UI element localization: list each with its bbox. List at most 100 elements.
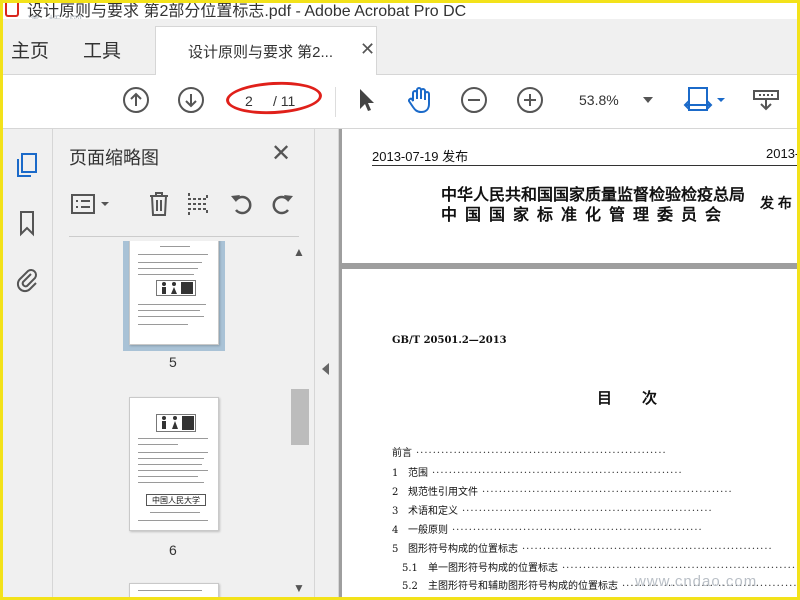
- panel-collapse-handle[interactable]: [315, 129, 339, 597]
- acrobat-window: 设计原则与要求 第2部分位置标志.pdf - Adobe Acrobat Pro…: [3, 3, 797, 597]
- thumbnail-list: 5 中国人民大学 6: [53, 241, 289, 597]
- standard-number: GB/T 20501.2—2013: [392, 335, 507, 346]
- thumbnail-sign-text: 中国人民大学: [146, 494, 206, 506]
- toc-leader-dots: ········································…: [452, 525, 703, 536]
- publish-date: 2013-07-19 发布: [372, 149, 469, 164]
- toc-entry[interactable]: 4 一般原则 ···································…: [392, 521, 703, 536]
- page-fit-button[interactable]: [683, 85, 727, 115]
- split-pages-button[interactable]: [183, 189, 213, 219]
- zoom-level-select[interactable]: 53.8%: [579, 92, 619, 108]
- implement-date: 2013-: [766, 146, 797, 161]
- toc-entry[interactable]: 6文字构成的位置标志······························…: [392, 596, 753, 597]
- bookmarks-button[interactable]: [13, 209, 41, 237]
- toolbar: 2 / 11 53.8%: [3, 75, 797, 129]
- delete-pages-button[interactable]: [144, 189, 174, 219]
- rotate-counterclockwise-button[interactable]: [227, 189, 257, 219]
- toc-entry-number: 5.1: [402, 563, 418, 574]
- publish-label: 发 布: [760, 195, 792, 211]
- scroll-down-icon[interactable]: ▼: [293, 581, 305, 595]
- split-page-icon: [188, 193, 208, 215]
- previous-page-button[interactable]: [121, 85, 151, 115]
- panel-toolbar: [69, 189, 301, 225]
- fit-page-icon: [683, 87, 725, 111]
- panel-divider: [69, 236, 299, 237]
- scroll-mode-button[interactable]: [751, 85, 781, 115]
- acrobat-app-icon: [5, 3, 19, 17]
- navigation-rail: [3, 129, 53, 597]
- options-list-icon: [71, 194, 109, 214]
- zoom-dropdown-caret-icon[interactable]: [643, 97, 653, 103]
- toc-entry-text: 范围: [408, 468, 428, 479]
- rotate-clockwise-button[interactable]: [267, 189, 297, 219]
- toc-leader-dots: ········································…: [462, 506, 713, 517]
- bookmark-icon: [20, 211, 34, 237]
- arrow-up-circle-icon: [123, 87, 149, 113]
- close-tab-icon[interactable]: ✕: [360, 39, 375, 60]
- cursor-arrow-icon: [360, 89, 374, 111]
- window-title: 设计原则与要求 第2部分位置标志.pdf - Adobe Acrobat Pro…: [27, 3, 467, 19]
- toc-entry-number: 5: [392, 544, 399, 555]
- collapse-arrow-icon[interactable]: [322, 363, 329, 375]
- options-menu-button[interactable]: [69, 189, 113, 219]
- toc-leader-dots: ········································…: [416, 448, 667, 459]
- toc-entry[interactable]: 2 规范性引用文件 ································…: [392, 483, 733, 498]
- scrollbar-thumb[interactable]: [291, 389, 309, 445]
- pages-icon: [17, 153, 37, 177]
- close-panel-icon[interactable]: ✕: [271, 139, 291, 168]
- select-tool-button[interactable]: [351, 85, 381, 115]
- rotate-right-icon: [272, 195, 293, 215]
- header-rule: [372, 165, 797, 166]
- tab-tools[interactable]: 工具: [83, 36, 121, 63]
- title-bar: 设计原则与要求 第2部分位置标志.pdf - Adobe Acrobat Pro…: [3, 3, 797, 19]
- toc-leader-dots: ········································…: [522, 544, 773, 555]
- tab-bar: 主页 工具 设计原则与要求 第2... ✕: [3, 19, 797, 75]
- hand-icon: [408, 87, 430, 114]
- toc-entry-number: 3: [392, 506, 399, 517]
- toolbar-divider: [335, 87, 336, 117]
- panel-title: 页面缩略图: [69, 148, 159, 168]
- toc-entry[interactable]: 3 术语和定义 ··································…: [392, 502, 713, 517]
- hand-tool-button[interactable]: [405, 85, 435, 115]
- tab-home[interactable]: 主页: [11, 36, 49, 63]
- attachments-button[interactable]: [13, 265, 41, 293]
- scroll-up-icon[interactable]: ▲: [293, 245, 305, 259]
- pdf-page-2: GB/T 20501.2—2013 目次 前言 ·················…: [342, 269, 797, 597]
- toc-title: 目次: [597, 390, 688, 407]
- toc-entry-text: 单一图形符号构成的位置标志: [428, 563, 558, 574]
- thumbnail-page-5[interactable]: [129, 241, 219, 345]
- toc-entry-text: 规范性引用文件: [408, 487, 478, 498]
- toc-entry-text: 主图形符号和辅助图形符号构成的位置标志: [428, 581, 618, 592]
- watermark-bottom: www.cndao.com: [635, 573, 758, 590]
- toc-entry[interactable]: 5 图形符号构成的位置标志 ····························…: [392, 540, 773, 555]
- paperclip-icon: [16, 269, 37, 293]
- thumbnail-page-6[interactable]: 中国人民大学: [129, 397, 219, 531]
- thumbnails-panel: 页面缩略图 ✕ 5 中国人民大学 6 ▲ ▼: [53, 129, 315, 597]
- issuing-org-2: 中国国家标准化管理委员会: [441, 205, 730, 224]
- tab-document[interactable]: 设计原则与要求 第2... ✕: [155, 26, 377, 75]
- page-thumbnails-button[interactable]: [13, 151, 41, 179]
- arrow-down-circle-icon: [178, 87, 204, 113]
- toc-entry-number: 1: [392, 468, 399, 479]
- thumbnail-page-7[interactable]: [129, 583, 219, 597]
- zoom-out-button[interactable]: [459, 85, 489, 115]
- document-view[interactable]: 2013-07-19 发布 2013- 中华人民共和国国家质量监督检验检疫总局 …: [339, 129, 797, 597]
- zoom-in-icon: [517, 87, 543, 113]
- thumbnail-page-number: 5: [169, 354, 177, 370]
- thumbnail-scrollbar[interactable]: ▲ ▼: [289, 241, 309, 597]
- wc-sign-icon: [156, 280, 196, 296]
- toc-entry[interactable]: 前言 ······································…: [392, 444, 667, 459]
- rotate-left-icon: [231, 195, 252, 215]
- toc-entry-text: 一般原则: [408, 525, 448, 536]
- pdf-page-1: 2013-07-19 发布 2013- 中华人民共和国国家质量监督检验检疫总局 …: [342, 129, 797, 263]
- toc-entry-number: 2: [392, 487, 399, 498]
- zoom-in-button[interactable]: [515, 85, 545, 115]
- tab-document-label: 设计原则与要求 第2...: [188, 44, 334, 61]
- toc-entry-text: 术语和定义: [408, 506, 458, 517]
- scroll-mode-icon: [753, 90, 779, 111]
- trash-icon: [150, 192, 168, 216]
- toc-entry-number: 5.2: [402, 581, 418, 592]
- thumbnail-page-number: 6: [169, 542, 177, 558]
- toc-entry[interactable]: 5.1 单一图形符号构成的位置标志 ························…: [402, 559, 797, 574]
- toc-entry[interactable]: 1 范围 ·····································…: [392, 464, 683, 479]
- next-page-button[interactable]: [176, 85, 206, 115]
